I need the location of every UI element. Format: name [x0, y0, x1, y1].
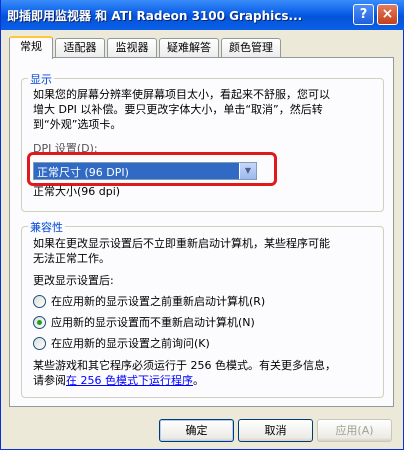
tab-general[interactable]: 常规 [9, 36, 53, 59]
ask-before-apply-radio[interactable] [33, 337, 46, 350]
title-bar[interactable]: 即插即用监视器 和 ATI Radeon 3100 Graphics... ? … [1, 0, 404, 30]
compatibility-group-title: 兼容性 [28, 219, 65, 235]
apply-button[interactable]: 应用(A) [317, 419, 392, 442]
after-change-label: 更改显示设置后: [33, 274, 114, 287]
run-256-color-link[interactable]: 在 256 色模式下运行程序 [66, 374, 193, 387]
ask-before-apply-label[interactable]: 在应用新的显示设置之前询问(K) [51, 336, 210, 351]
help-button[interactable]: ? [353, 4, 374, 25]
footer-note-line-1: 某些游戏和其它程序必须运行于 256 色模式。有关更多信息， [33, 359, 336, 372]
display-group-title: 显示 [28, 71, 54, 87]
restart-before-apply-radio[interactable] [33, 295, 46, 308]
display-description-line-2: 增大 DPI 以补偿。要只更改字体大小，单击“取消”，然后转 [33, 103, 323, 116]
apply-without-restart-radio[interactable] [33, 316, 46, 329]
footer-note-prefix: 请参阅 [33, 374, 66, 387]
footer-note-suffix: 。 [193, 374, 204, 387]
display-properties-dialog: 即插即用监视器 和 ATI Radeon 3100 Graphics... ? … [0, 0, 404, 450]
apply-without-restart-label[interactable]: 应用新的显示设置而不重新启动计算机(N) [51, 315, 255, 330]
compat-description-line-1: 如果在更改显示设置后不立即重新启动计算机，某些程序可能 [33, 237, 330, 250]
tab-color-management[interactable]: 颜色管理 [221, 38, 281, 57]
tab-troubleshoot[interactable]: 疑难解答 [159, 38, 219, 57]
cancel-button[interactable]: 取消 [238, 419, 313, 442]
restart-before-apply-label[interactable]: 在应用新的显示设置之前重新启动计算机(R) [51, 294, 265, 309]
close-button[interactable]: × [377, 4, 398, 25]
display-description-line-1: 如果您的屏幕分辨率使屏幕项目太小，看起来不舒服，您可以 [33, 88, 330, 101]
ok-button[interactable]: 确定 [159, 419, 234, 442]
dpi-size-hint: 正常大小(96 dpi) [33, 185, 121, 198]
display-description-line-3: 到“外观”选项卡。 [33, 118, 122, 131]
compat-description-line-2: 无法正常工作。 [33, 252, 110, 265]
footer-note-line-2: 请参阅在 256 色模式下运行程序。 [33, 373, 204, 388]
window-title: 即插即用监视器 和 ATI Radeon 3100 Graphics... [7, 9, 303, 23]
tab-monitor[interactable]: 监视器 [107, 38, 157, 57]
tab-adapter[interactable]: 适配器 [55, 38, 105, 57]
highlight-annotation [27, 152, 277, 186]
